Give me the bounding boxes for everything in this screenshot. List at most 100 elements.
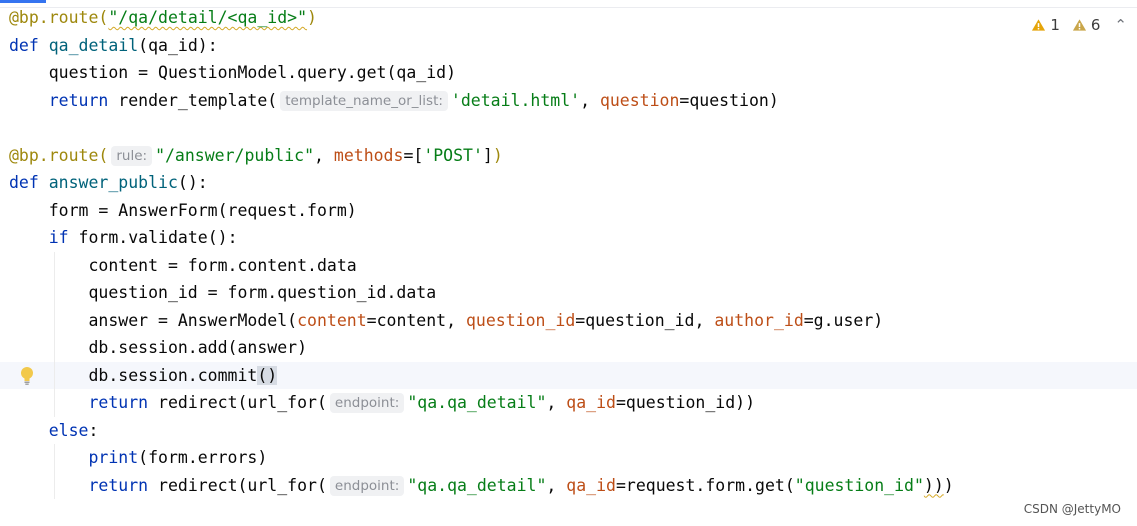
- code-line[interactable]: def answer_public():: [0, 169, 1137, 197]
- code-token: "qa.qa_detail": [407, 393, 547, 412]
- code-line-text: return redirect(url_for(endpoint: "qa.qa_…: [9, 472, 954, 500]
- code-line-text: db.session.commit(): [9, 362, 278, 390]
- code-line-text: def qa_detail(qa_id):: [9, 32, 218, 60]
- code-token: form.validate():: [68, 228, 238, 247]
- weak-warning-count: 6: [1090, 16, 1101, 34]
- code-line-text: question_id = form.question_id.data: [9, 279, 436, 307]
- code-line-text: content = form.content.data: [9, 252, 357, 280]
- code-line[interactable]: question_id = form.question_id.data: [0, 279, 1137, 307]
- code-line[interactable]: @bp.route("/qa/detail/<qa_id>"): [0, 4, 1137, 32]
- code-line-text: form = AnswerForm(request.form): [9, 197, 357, 225]
- code-token: :: [88, 420, 99, 440]
- code-token: else: [48, 420, 89, 440]
- parameter-hint: template_name_or_list:: [280, 90, 448, 111]
- code-token: db.session.add(answer): [9, 338, 308, 357]
- code-token: "/answer/public": [155, 145, 315, 165]
- code-token: question: [599, 90, 680, 110]
- code-token: author_id: [714, 310, 804, 330]
- tab-indicator: [0, 0, 46, 3]
- code-line[interactable]: [0, 114, 1137, 142]
- code-line[interactable]: def qa_detail(qa_id):: [0, 32, 1137, 60]
- code-line-text: @bp.route(rule: "/answer/public", methods…: [9, 142, 503, 170]
- code-token: =question): [679, 90, 779, 110]
- code-token: question_id = form.question_id.data: [9, 283, 437, 302]
- code-token: return: [88, 475, 149, 495]
- code-line[interactable]: db.session.commit(): [0, 361, 1137, 390]
- code-line[interactable]: form = AnswerForm(request.form): [0, 197, 1137, 225]
- code-token: form = AnswerForm(request.form): [9, 200, 357, 220]
- code-line[interactable]: if form.validate():: [0, 224, 1137, 252]
- code-line-text: return redirect(url_for(endpoint: "qa.qa_…: [9, 389, 755, 417]
- code-line-text: def answer_public():: [9, 169, 208, 197]
- code-line-text: question = QuestionModel.query.get(qa_id…: [9, 59, 456, 87]
- code-token: db.session.commit: [9, 365, 258, 385]
- code-line[interactable]: question = QuestionModel.query.get(qa_id…: [0, 59, 1137, 87]
- inspection-widget[interactable]: 1 6 ⌃: [1031, 16, 1127, 34]
- code-line-text: return render_template(template_name_or_…: [9, 87, 779, 115]
- code-token: @bp.route(: [9, 8, 109, 27]
- code-token: return: [48, 90, 109, 110]
- code-token: qa_detail: [48, 35, 139, 55]
- code-token: redirect(url_for(: [148, 475, 327, 495]
- code-token: @bp.route(: [9, 145, 109, 165]
- code-token: content: [297, 310, 367, 330]
- code-line[interactable]: @bp.route(rule: "/answer/public", methods…: [0, 142, 1137, 170]
- parameter-hint: rule:: [111, 145, 153, 166]
- code-token: ,: [546, 393, 567, 412]
- code-token: "qa.qa_detail": [407, 475, 547, 495]
- code-token: return: [88, 393, 149, 412]
- warning-count: 1: [1050, 16, 1060, 34]
- code-token: question = QuestionModel.query.get(qa_id…: [9, 63, 457, 82]
- code-token: redirect(url_for(: [148, 393, 327, 412]
- code-line[interactable]: return render_template(template_name_or_…: [0, 87, 1137, 115]
- code-token: ]: [482, 145, 493, 165]
- code-token: (): [257, 365, 278, 385]
- lightbulb-icon[interactable]: [19, 366, 35, 386]
- code-token: question_id: [465, 310, 576, 330]
- code-line[interactable]: print(form.errors): [0, 444, 1137, 472]
- code-token: ): [943, 475, 954, 495]
- code-token: content = form.content.data: [9, 255, 357, 275]
- code-line-text: else:: [9, 417, 99, 445]
- code-line-text: @bp.route("/qa/detail/<qa_id>"): [9, 4, 317, 32]
- code-token: answer_public: [48, 173, 178, 192]
- weak-warning-triangle-icon: [1072, 19, 1086, 31]
- code-token: =content,: [366, 310, 466, 330]
- code-token: ,: [314, 145, 334, 165]
- code-line-text: if form.validate():: [9, 224, 238, 252]
- code-line[interactable]: db.session.add(answer): [0, 334, 1137, 362]
- code-token: ): [307, 8, 317, 27]
- code-token: print: [88, 448, 139, 467]
- code-token: =question_id,: [575, 310, 715, 330]
- code-line[interactable]: else:: [0, 417, 1137, 445]
- code-token: if: [48, 228, 69, 247]
- code-token: ): [492, 145, 503, 165]
- code-line[interactable]: return redirect(url_for(endpoint: "qa.qa_…: [0, 389, 1137, 417]
- code-line-text: db.session.add(answer): [9, 334, 307, 362]
- code-line-text: answer = AnswerModel(content=content, qu…: [9, 307, 883, 335]
- chevron-up-icon[interactable]: ⌃: [1114, 16, 1127, 34]
- parameter-hint: endpoint:: [329, 475, 405, 496]
- watermark: CSDN @JettyMO: [1023, 502, 1121, 516]
- code-line[interactable]: content = form.content.data: [0, 251, 1137, 280]
- code-editor[interactable]: @bp.route("/qa/detail/<qa_id>") def qa_de…: [0, 4, 1137, 499]
- code-token: =question_id)): [615, 393, 756, 412]
- code-token: qa_id: [566, 393, 616, 412]
- code-token: ,: [580, 90, 600, 110]
- code-token: qa_id: [566, 475, 616, 495]
- code-line-text: print(form.errors): [9, 444, 267, 472]
- warning-triangle-icon: [1032, 19, 1046, 31]
- code-token: render_template(: [108, 90, 278, 110]
- code-token: 'POST': [423, 145, 483, 165]
- code-token: (form.errors): [138, 448, 268, 467]
- code-token: 'detail.html': [450, 90, 581, 110]
- code-line[interactable]: answer = AnswerModel(content=content, qu…: [0, 306, 1137, 335]
- code-line[interactable]: return redirect(url_for(endpoint: "qa.qa_…: [0, 471, 1137, 500]
- code-token: (qa_id):: [138, 35, 218, 55]
- code-token: =[: [403, 145, 424, 165]
